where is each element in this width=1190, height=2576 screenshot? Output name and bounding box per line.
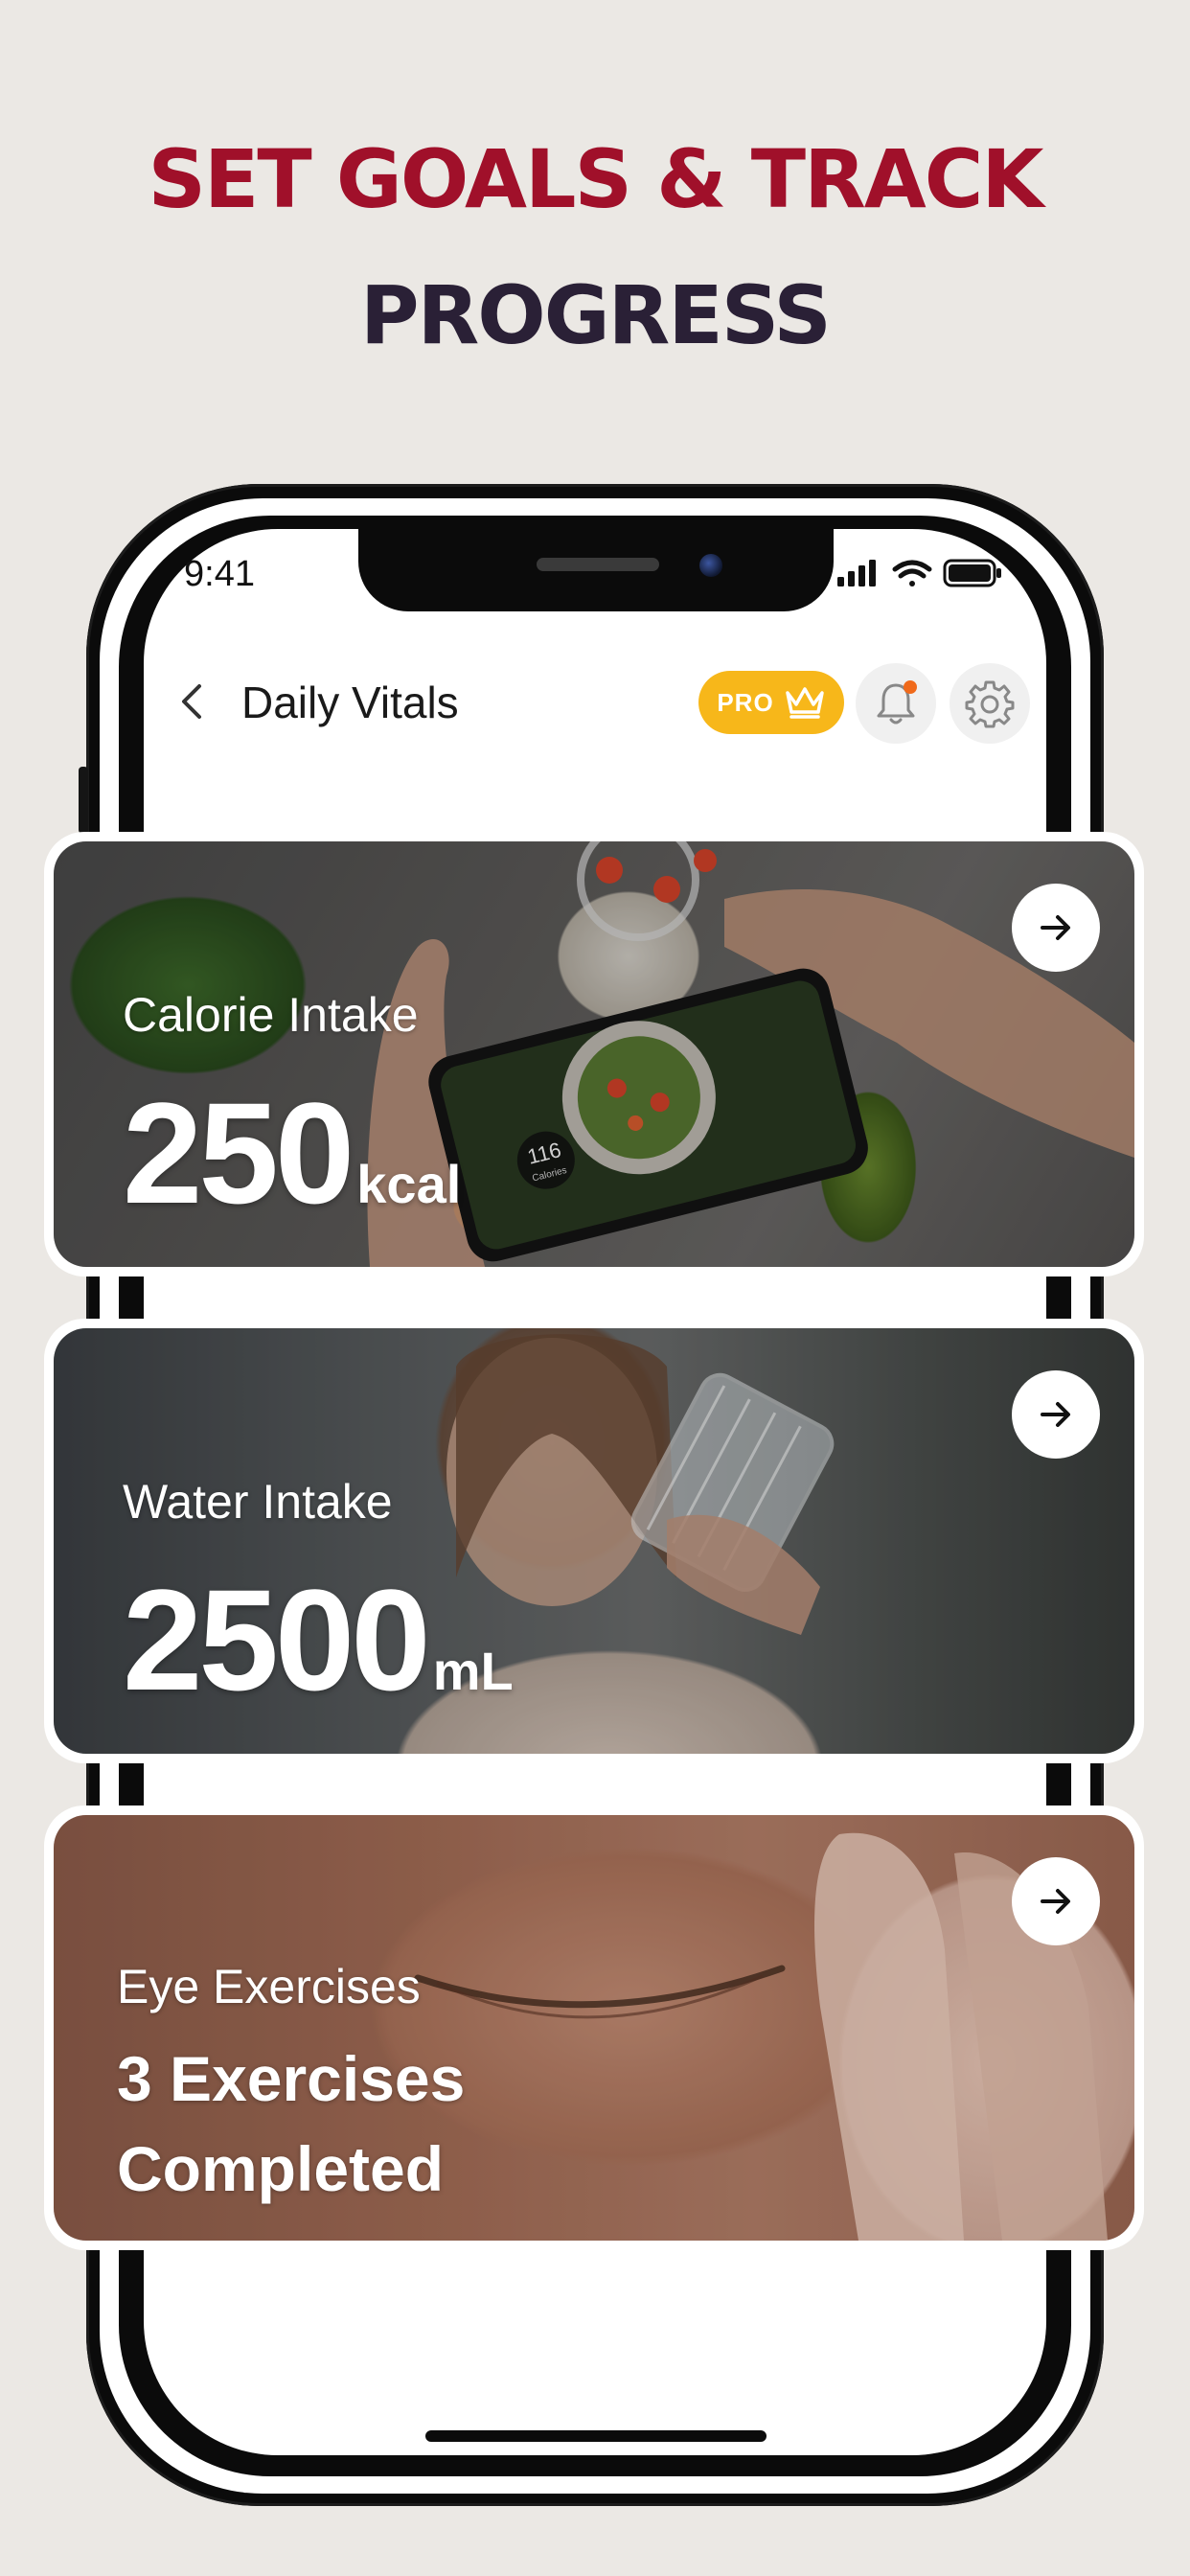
water-value-number: 2500 (123, 1559, 431, 1720)
pro-badge-button[interactable]: PRO (698, 671, 844, 734)
water-card-image: Water Intake 2500 mL (54, 1328, 1134, 1754)
back-button[interactable] (176, 682, 209, 721)
side-button-left (79, 767, 88, 834)
pro-label: PRO (717, 687, 774, 717)
status-icons (835, 558, 1004, 588)
water-intake-card[interactable]: Water Intake 2500 mL (44, 1319, 1144, 1763)
headline-line-2: PROGRESS (360, 268, 832, 362)
water-intake-label: Water Intake (123, 1475, 393, 1529)
water-value-unit: mL (432, 1641, 514, 1701)
battery-icon (943, 559, 1001, 587)
notification-dot (904, 680, 917, 694)
headline-line-1: SET GOALS & TRACK (148, 132, 1043, 226)
front-camera (699, 554, 722, 577)
eye-exercises-label: Eye Exercises (117, 1960, 421, 2013)
calorie-intake-card[interactable]: 116 Calories Calorie Intake 250 kcal (44, 832, 1144, 1276)
eye-card-arrow-button[interactable] (1012, 1857, 1100, 1945)
water-card-arrow-button[interactable] (1012, 1370, 1100, 1459)
speaker-grille (537, 558, 659, 571)
notifications-button[interactable] (856, 663, 936, 744)
signal-icon (837, 560, 876, 586)
eye-exercises-count: 3 Exercises (117, 2043, 466, 2114)
wifi-icon (892, 560, 932, 586)
arrow-right-icon (1041, 1889, 1070, 1914)
crown-icon (785, 687, 824, 719)
home-indicator (425, 2430, 767, 2442)
calorie-value-unit: kcal (356, 1154, 462, 1214)
back-chevron-icon (182, 684, 201, 719)
calorie-card-image: 116 Calories Calorie Intake 250 kcal (54, 841, 1134, 1267)
status-time: 9:41 (184, 554, 255, 594)
settings-button[interactable] (950, 663, 1030, 744)
eye-card-image: Eye Exercises 3 Exercises Completed (54, 1815, 1134, 2241)
eye-exercises-card[interactable]: Eye Exercises 3 Exercises Completed (44, 1806, 1144, 2250)
calorie-intake-label: Calorie Intake (123, 988, 419, 1042)
eye-exercises-status: Completed (117, 2133, 445, 2204)
calorie-value-number: 250 (123, 1072, 355, 1233)
calorie-card-arrow-button[interactable] (1012, 884, 1100, 972)
arrow-right-icon (1041, 1402, 1070, 1427)
water-intake-value: 2500 mL (123, 1568, 514, 1712)
page-title: Daily Vitals (241, 678, 459, 727)
arrow-right-icon (1041, 915, 1070, 940)
calorie-intake-value: 250 kcal (123, 1081, 461, 1225)
gear-icon (965, 680, 1015, 728)
